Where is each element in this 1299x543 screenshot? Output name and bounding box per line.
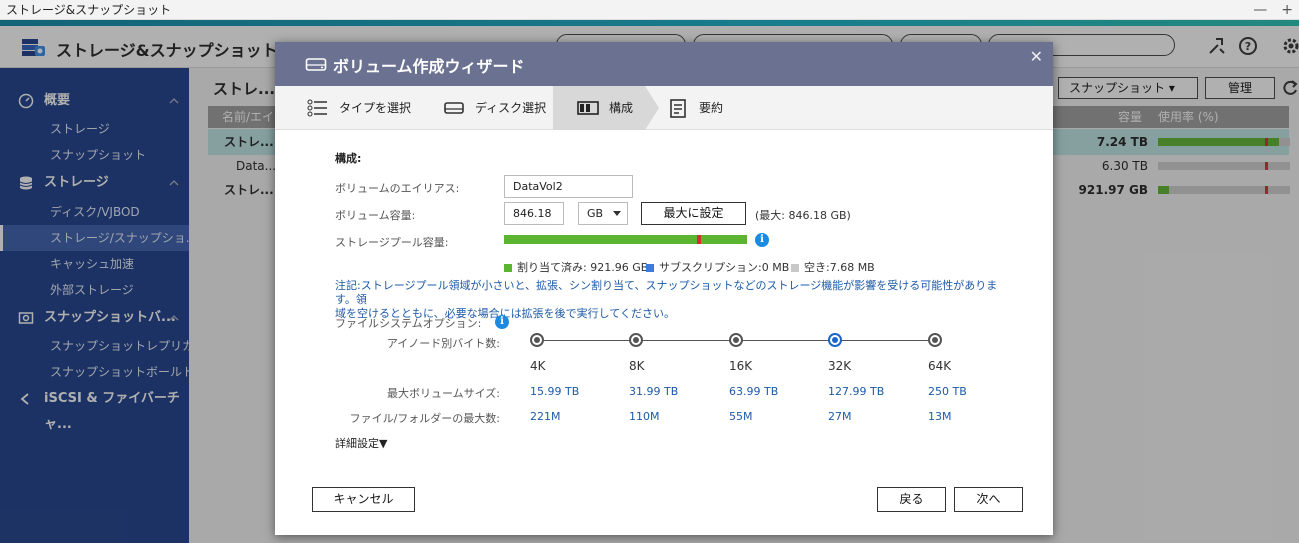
max-files-value: 55M (729, 410, 753, 423)
inode-radio-64k[interactable] (928, 333, 942, 347)
legend-allocated: 割り当て済み: 921.96 GB (504, 259, 648, 275)
inode-radio-16k[interactable] (729, 333, 743, 347)
step-select-type[interactable]: タイプを選択 (307, 86, 427, 130)
max-volume-label: 最大ボリュームサイズ: (386, 387, 500, 400)
capacity-input[interactable]: 846.18 (504, 202, 564, 225)
step-disk-select[interactable]: ディスク選択 (443, 86, 553, 130)
legend-swatch-blue (646, 264, 654, 272)
window-controls: — + (1239, 0, 1293, 20)
step-arrow (645, 86, 659, 130)
inode-radio-8k[interactable] (629, 333, 643, 347)
step-label: タイプを選択 (339, 101, 412, 115)
disk-drive-icon (305, 58, 327, 71)
pool-capacity-bar (504, 235, 747, 244)
max-volume-value: 31.99 TB (629, 385, 679, 398)
legend-label: 空き:7.68 MB (804, 261, 875, 274)
max-files-value: 110M (629, 410, 660, 423)
info-icon[interactable]: i (755, 233, 769, 247)
info-icon[interactable]: i (495, 315, 509, 329)
max-files-value: 27M (828, 410, 852, 423)
back-button[interactable]: 戻る (877, 487, 946, 512)
dialog-body: 構成: ボリュームのエイリアス: DataVol2 ボリューム容量: 846.1… (275, 130, 1053, 535)
dialog-title: ボリューム作成ウィザード (333, 57, 525, 76)
chevron-down-icon (613, 211, 621, 216)
cancel-button[interactable]: キャンセル (312, 487, 415, 512)
alias-input[interactable]: DataVol2 (504, 175, 633, 198)
clipboard-icon (670, 99, 686, 118)
unit-value: GB (587, 207, 604, 220)
step-summary[interactable]: 要約 (667, 86, 747, 130)
max-volume-value: 63.99 TB (729, 385, 779, 398)
maximize-icon[interactable]: + (1281, 2, 1293, 18)
max-capacity-text: (最大: 846.18 GB) (755, 209, 851, 222)
set-max-button[interactable]: 最大に設定 (641, 202, 746, 225)
radio-dot (932, 337, 938, 343)
max-volume-value: 15.99 TB (530, 385, 580, 398)
list-icon (307, 99, 327, 117)
legend-subscription: サブスクリプション:0 MB (646, 259, 789, 275)
pool-threshold-marker (697, 235, 701, 244)
legend-free: 空き:7.68 MB (791, 259, 875, 275)
window-titlebar: ストレージ&スナップショット — + (0, 0, 1299, 20)
pool-capacity-label: ストレージプール容量: (335, 236, 449, 249)
max-volume-value: 127.99 TB (828, 385, 885, 398)
legend-label: サブスクリプション:0 MB (659, 261, 790, 274)
max-files-value: 221M (530, 410, 561, 423)
step-label: 要約 (699, 101, 724, 115)
max-volume-value: 250 TB (928, 385, 967, 398)
capacity-label: ボリューム容量: (335, 209, 416, 222)
legend-swatch-gray (791, 264, 799, 272)
inode-radio-4k[interactable] (530, 333, 544, 347)
volume-wizard-dialog: ボリューム作成ウィザード ✕ タイプを選択 ディスク選択 構成 要約 構成: ボ… (275, 42, 1053, 535)
advanced-settings-toggle[interactable]: 詳細設定▼ (335, 435, 387, 451)
legend-swatch-green (504, 264, 512, 272)
step-configuration[interactable]: 構成 (553, 86, 645, 130)
wizard-steps: タイプを選択 ディスク選択 構成 要約 (275, 86, 1053, 130)
step-label: 構成 (609, 101, 634, 115)
minimize-icon[interactable]: — (1253, 2, 1267, 18)
radio-dot (832, 337, 838, 343)
inode-value: 16K (729, 359, 753, 373)
alias-label: ボリュームのエイリアス: (335, 182, 460, 195)
unit-select[interactable]: GB (578, 202, 628, 225)
hard-disk-icon (444, 102, 464, 114)
columns-icon (577, 101, 599, 115)
close-icon[interactable]: ✕ (1030, 47, 1043, 66)
inode-value: 8K (629, 359, 645, 373)
inode-value: 4K (530, 359, 546, 373)
step-label: ディスク選択 (475, 101, 547, 115)
legend-label: 割り当て済み: 921.96 GB (517, 261, 649, 274)
inode-radio-32k[interactable] (828, 333, 842, 347)
section-title: 構成: (335, 152, 362, 165)
dialog-header: ボリューム作成ウィザード ✕ (275, 42, 1053, 86)
next-button[interactable]: 次へ (954, 487, 1023, 512)
fs-options-label: ファイルシステムオプション: (335, 317, 482, 330)
max-files-value: 13M (928, 410, 952, 423)
radio-dot (534, 337, 540, 343)
inode-value: 32K (828, 359, 852, 373)
window-title: ストレージ&スナップショット (6, 3, 172, 17)
note-line: 注記:ストレージプール領域が小さいと、拡張、シン割り当て、スナップショットなどの… (335, 279, 998, 306)
max-files-label: ファイル/フォルダーの最大数: (349, 412, 500, 425)
radio-dot (633, 337, 639, 343)
inode-value: 64K (928, 359, 952, 373)
inode-label: アイノード別バイト数: (386, 337, 500, 350)
radio-dot (733, 337, 739, 343)
